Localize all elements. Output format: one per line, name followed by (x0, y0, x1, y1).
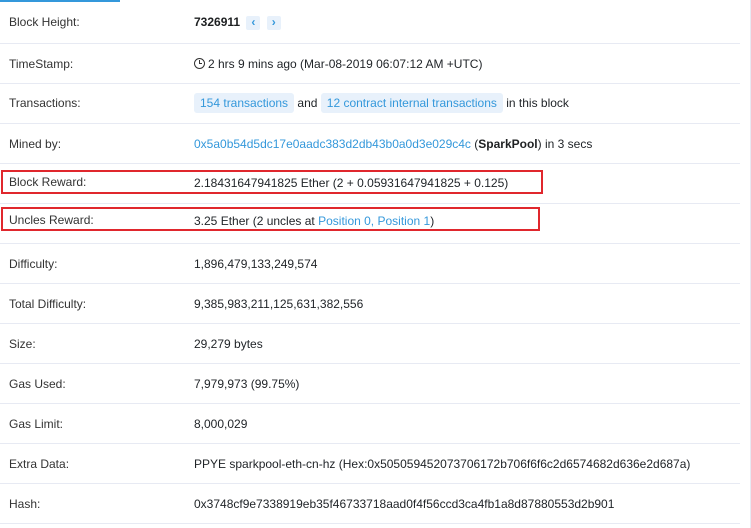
total-difficulty-label: Total Difficulty: (9, 297, 87, 311)
transactions-label: Transactions: (9, 96, 81, 110)
mined-by-label: Mined by: (9, 137, 62, 151)
row-transactions: Transactions: 154 transactions and 12 co… (0, 84, 740, 124)
internal-transactions-badge[interactable]: 12 contract internal transactions (320, 93, 503, 113)
timestamp-value-wrap: 2 hrs 9 mins ago (Mar-08-2019 06:07:12 A… (194, 57, 482, 71)
extra-data-value: PPYE sparkpool-eth-cn-hz (Hex:0x50505945… (194, 457, 691, 471)
gas-limit-label: Gas Limit: (9, 417, 64, 431)
transactions-value-wrap: 154 transactions and 12 contract interna… (194, 93, 569, 113)
extra-data-label: Extra Data: (9, 457, 70, 471)
chevron-right-icon[interactable]: › (266, 15, 281, 30)
transactions-badge[interactable]: 154 transactions (194, 93, 295, 113)
row-block-height: Block Height: 7326911 ‹ › (0, 2, 740, 44)
block-height-value-wrap: 7326911 ‹ › (194, 15, 281, 30)
timestamp-value: 2 hrs 9 mins ago (Mar-08-2019 06:07:12 A… (208, 57, 483, 71)
row-timestamp: TimeStamp: 2 hrs 9 mins ago (Mar-08-2019… (0, 44, 740, 84)
miner-address-link[interactable]: 0x5a0b54d5dc17e0aadc383d2db43b0a0d3e029c… (194, 137, 471, 151)
size-label: Size: (9, 337, 36, 351)
difficulty-label: Difficulty: (9, 257, 58, 271)
row-gas-limit: Gas Limit: 8,000,029 (0, 404, 740, 444)
row-extra-data: Extra Data: PPYE sparkpool-eth-cn-hz (He… (0, 444, 740, 484)
gas-limit-value: 8,000,029 (194, 417, 248, 431)
gas-used-value: 7,979,973 (99.75%) (194, 377, 300, 391)
hash-value: 0x3748cf9e7338919eb35f46733718aad0f4f56c… (194, 497, 615, 511)
block-height-label: Block Height: (9, 15, 80, 29)
row-mined-by: Mined by: 0x5a0b54d5dc17e0aadc383d2db43b… (0, 124, 740, 164)
block-reward-highlight-box (1, 170, 543, 194)
row-size: Size: 29,279 bytes (0, 324, 740, 364)
transactions-suffix: in this block (506, 96, 569, 110)
mined-by-suffix: ) in 3 secs (537, 137, 593, 151)
clock-icon (194, 58, 205, 69)
size-value: 29,279 bytes (194, 337, 263, 351)
gas-used-label: Gas Used: (9, 377, 66, 391)
total-difficulty-value: 9,385,983,211,125,631,382,556 (194, 297, 364, 311)
timestamp-label: TimeStamp: (9, 57, 74, 71)
chevron-left-icon[interactable]: ‹ (246, 15, 261, 30)
miner-pool-name: SparkPool (478, 137, 538, 151)
block-height-value: 7326911 (194, 15, 241, 29)
row-hash: Hash: 0x3748cf9e7338919eb35f46733718aad0… (0, 484, 740, 524)
hash-label: Hash: (9, 497, 41, 511)
row-gas-used: Gas Used: 7,979,973 (99.75%) (0, 364, 740, 404)
transactions-and: and (297, 96, 318, 110)
difficulty-value: 1,896,479,133,249,574 (194, 257, 318, 271)
row-difficulty: Difficulty: 1,896,479,133,249,574 (0, 244, 740, 284)
row-total-difficulty: Total Difficulty: 9,385,983,211,125,631,… (0, 284, 740, 324)
mined-by-value-wrap: 0x5a0b54d5dc17e0aadc383d2db43b0a0d3e029c… (194, 137, 592, 151)
uncles-reward-highlight-box (1, 207, 540, 231)
